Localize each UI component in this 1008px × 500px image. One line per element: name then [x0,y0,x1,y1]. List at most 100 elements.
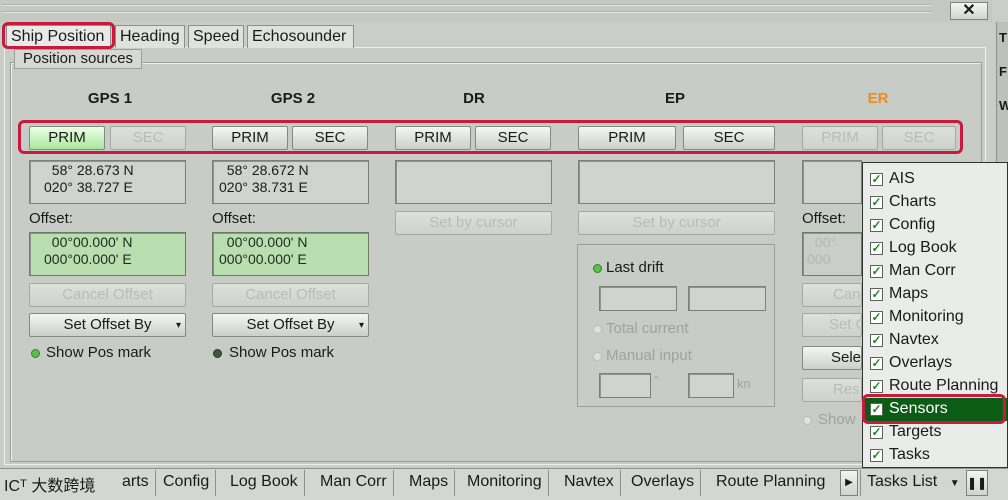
dr-prim-button[interactable]: PRIM [395,126,471,150]
tab-ship-position[interactable]: Ship Position [6,25,111,48]
side-strip-letter: W [999,98,1008,113]
taskbar-item-route-planning[interactable]: Route Planning [710,470,831,496]
gps2-position-field: 58° 28.672 N 020° 38.731 E [212,160,369,204]
er-reset-button[interactable]: Res [802,378,862,402]
tab-echosounder[interactable]: Echosounder [247,25,354,48]
menu-item-monitoring[interactable]: ✓ Monitoring [863,306,1007,329]
er-prim-button[interactable]: PRIM [802,126,878,150]
gps2-sec-button[interactable]: SEC [292,126,368,150]
scroll-right-icon[interactable]: ▶ [840,470,858,496]
side-strip-letter: T [999,30,1007,45]
tab-speed[interactable]: Speed [188,25,244,48]
taskbar-item-config[interactable]: Config [157,470,217,496]
taskbar-menu-icon[interactable]: ❚❚ [966,470,988,496]
last-drift-radio[interactable] [593,264,602,273]
gps1-offset-field[interactable]: 00°00.000' N 000°00.000' E [29,232,186,276]
menu-item-overlays[interactable]: ✓ Overlays [863,352,1007,375]
gps2-show-pos-mark-label: Show Pos mark [229,344,335,361]
manual-direction-field[interactable] [599,373,651,398]
last-drift-speed-field [688,286,766,311]
checkbox-checked-icon: ✓ [870,195,883,209]
gps2-show-pos-mark-radio[interactable] [213,349,222,358]
er-cancel-offset-button[interactable]: Can [802,283,862,307]
er-sec-button[interactable]: SEC [882,126,956,150]
gps2-cancel-offset-button[interactable]: Cancel Offset [212,283,369,307]
ep-prim-button[interactable]: PRIM [578,126,676,150]
er-position-field [802,160,862,204]
menu-item-charts[interactable]: ✓ Charts [863,191,1007,214]
menu-item-maps[interactable]: ✓ Maps [863,283,1007,306]
watermark-logo: ICᵀ 大数跨境 [4,478,96,495]
dr-set-by-cursor-button[interactable]: Set by cursor [395,211,552,235]
gps1-offset-label: Offset: [29,210,73,227]
total-current-label: Total current [606,320,689,337]
er-show-label: Show [818,411,856,428]
gps1-cancel-offset-button[interactable]: Cancel Offset [29,283,186,307]
menu-item-ais[interactable]: ✓ AIS [863,168,1007,191]
tasks-list-button[interactable]: Tasks List ▼ [860,470,960,496]
checkbox-checked-icon: ✓ [870,448,883,462]
gps2-set-offset-by-dropdown[interactable]: Set Offset By ▾ [212,313,369,337]
title-bar [0,0,992,22]
menu-item-targets[interactable]: ✓ Targets [863,421,1007,444]
er-set-offset-by-dropdown[interactable]: Set O [802,313,867,337]
ep-sec-button[interactable]: SEC [683,126,775,150]
menu-item-log-book[interactable]: ✓ Log Book [863,237,1007,260]
group-title: Position sources [14,49,143,69]
checkbox-checked-icon: ✓ [870,402,883,416]
taskbar-item-charts[interactable]: arts [116,470,156,496]
er-title: ER [867,90,889,107]
er-offset-field[interactable]: 00° 000 [802,232,862,276]
menu-item-sensors[interactable]: ✓ Sensors [863,398,1007,421]
checkbox-checked-icon: ✓ [870,425,883,439]
taskbar-item-man-corr[interactable]: Man Corr [314,470,394,496]
checkbox-checked-icon: ✓ [870,310,883,324]
tasks-list-label: Tasks List [867,473,938,490]
taskbar-item-navtex[interactable]: Navtex [558,470,621,496]
gps1-title: GPS 1 [87,90,133,107]
speed-unit: kn [737,376,751,391]
manual-speed-field[interactable] [688,373,734,398]
dr-position-field [395,160,552,204]
checkbox-checked-icon: ✓ [870,333,883,347]
dr-sec-button[interactable]: SEC [475,126,551,150]
checkbox-checked-icon: ✓ [870,356,883,370]
gps2-prim-button[interactable]: PRIM [212,126,288,150]
chevron-down-icon: ▼ [949,478,960,489]
ep-title: EP [664,90,685,107]
menu-item-man-corr[interactable]: ✓ Man Corr [863,260,1007,283]
taskbar-item-log-book[interactable]: Log Book [224,470,305,496]
manual-input-radio[interactable] [593,352,602,361]
menu-item-tasks[interactable]: ✓ Tasks [863,444,1007,467]
checkbox-checked-icon: ✓ [870,287,883,301]
menu-item-config[interactable]: ✓ Config [863,214,1007,237]
taskbar-item-overlays[interactable]: Overlays [625,470,702,496]
last-drift-direction-field [599,286,677,311]
menu-item-navtex[interactable]: ✓ Navtex [863,329,1007,352]
dr-title: DR [463,90,485,107]
er-show-radio[interactable] [803,416,812,425]
checkbox-checked-icon: ✓ [870,264,883,278]
degree-unit: ° [654,373,659,387]
chevron-down-icon: ▾ [358,320,364,331]
checkbox-checked-icon: ✓ [870,218,883,232]
checkbox-checked-icon: ✓ [870,379,883,393]
gps1-show-pos-mark-radio[interactable] [31,349,40,358]
gps2-offset-field[interactable]: 00°00.000' N 000°00.000' E [212,232,369,276]
taskbar-items-menu: ✓ AIS ✓ Charts ✓ Config ✓ Log Book ✓ Man Corr… [862,162,1008,468]
er-select-button[interactable]: Sele [802,346,862,370]
gps1-sec-button[interactable]: SEC [110,126,186,150]
menu-item-route-planning[interactable]: ✓ Route Planning [863,375,1007,398]
taskbar-item-monitoring[interactable]: Monitoring [461,470,549,496]
gps2-offset-label: Offset: [212,210,256,227]
gps1-prim-button[interactable]: PRIM [29,126,105,150]
tab-heading[interactable]: Heading [115,25,185,48]
close-button[interactable]: ✕ [950,2,988,20]
side-strip-letter: F [999,64,1007,79]
ep-position-field [578,160,775,204]
taskbar-item-maps[interactable]: Maps [403,470,456,496]
gps1-set-offset-by-dropdown[interactable]: Set Offset By ▾ [29,313,186,337]
ep-set-by-cursor-button[interactable]: Set by cursor [578,211,775,235]
total-current-radio[interactable] [593,325,602,334]
gps1-set-offset-by-label: Set Offset By [63,316,152,333]
